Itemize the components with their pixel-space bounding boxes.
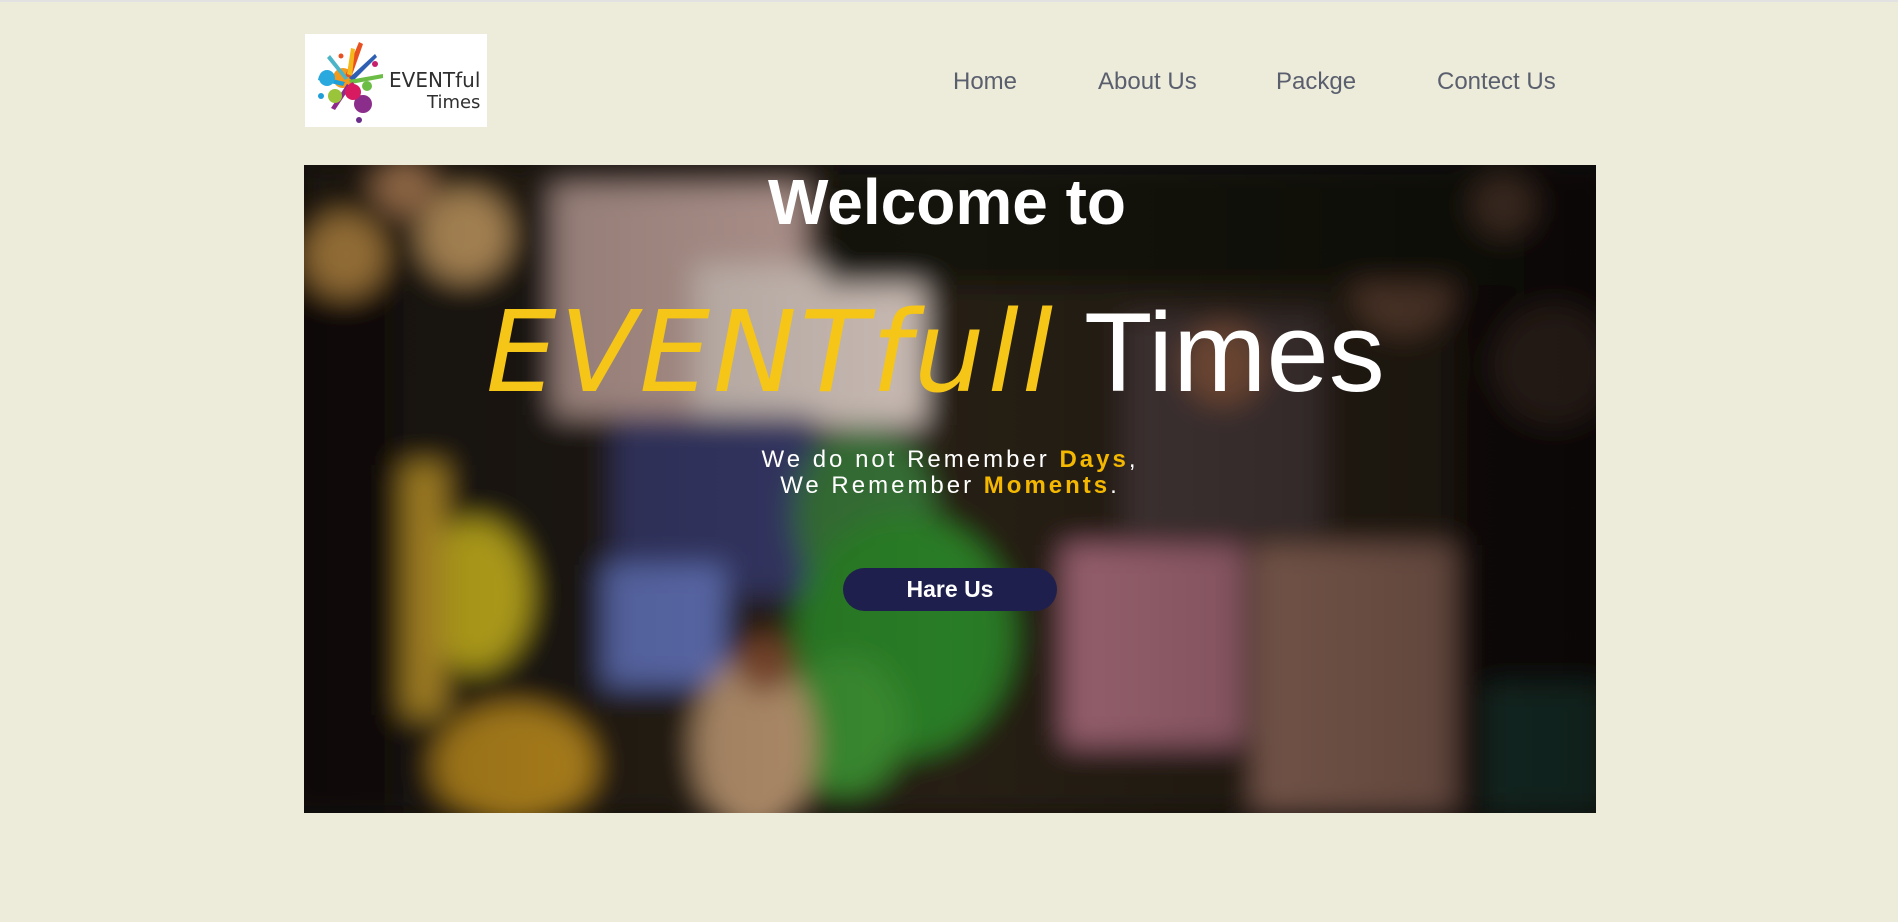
top-border (0, 0, 1898, 2)
tagline-highlight-days: Days (1059, 446, 1129, 473)
hero-brand-title: EVENTfull Times (486, 293, 1385, 447)
hero-banner: Welcome to EVENTfull Times We do not Reme… (304, 165, 1596, 813)
nav-package[interactable]: Packge (1276, 68, 1356, 96)
hero-brand-times: Times (1084, 290, 1385, 415)
nav-contact-us[interactable]: Contect Us (1437, 68, 1556, 96)
nav-home[interactable]: Home (953, 68, 1017, 96)
tagline-highlight-moments: Moments (983, 472, 1111, 499)
hero-tagline: We do not Remember Days, We Remember Mom… (304, 447, 1596, 499)
tagline-line-1: We do not Remember Days, (761, 446, 1139, 473)
hero-brand-eventfull: EVENTfull (486, 288, 1056, 418)
hire-us-button[interactable]: Hare Us (843, 568, 1057, 611)
main-nav: Home About Us Packge Contect Us (0, 68, 1898, 98)
hero-welcome-heading: Welcome to (768, 166, 1126, 238)
tagline-line-2: We Remember Moments. (780, 472, 1120, 499)
nav-about-us[interactable]: About Us (1098, 68, 1197, 96)
